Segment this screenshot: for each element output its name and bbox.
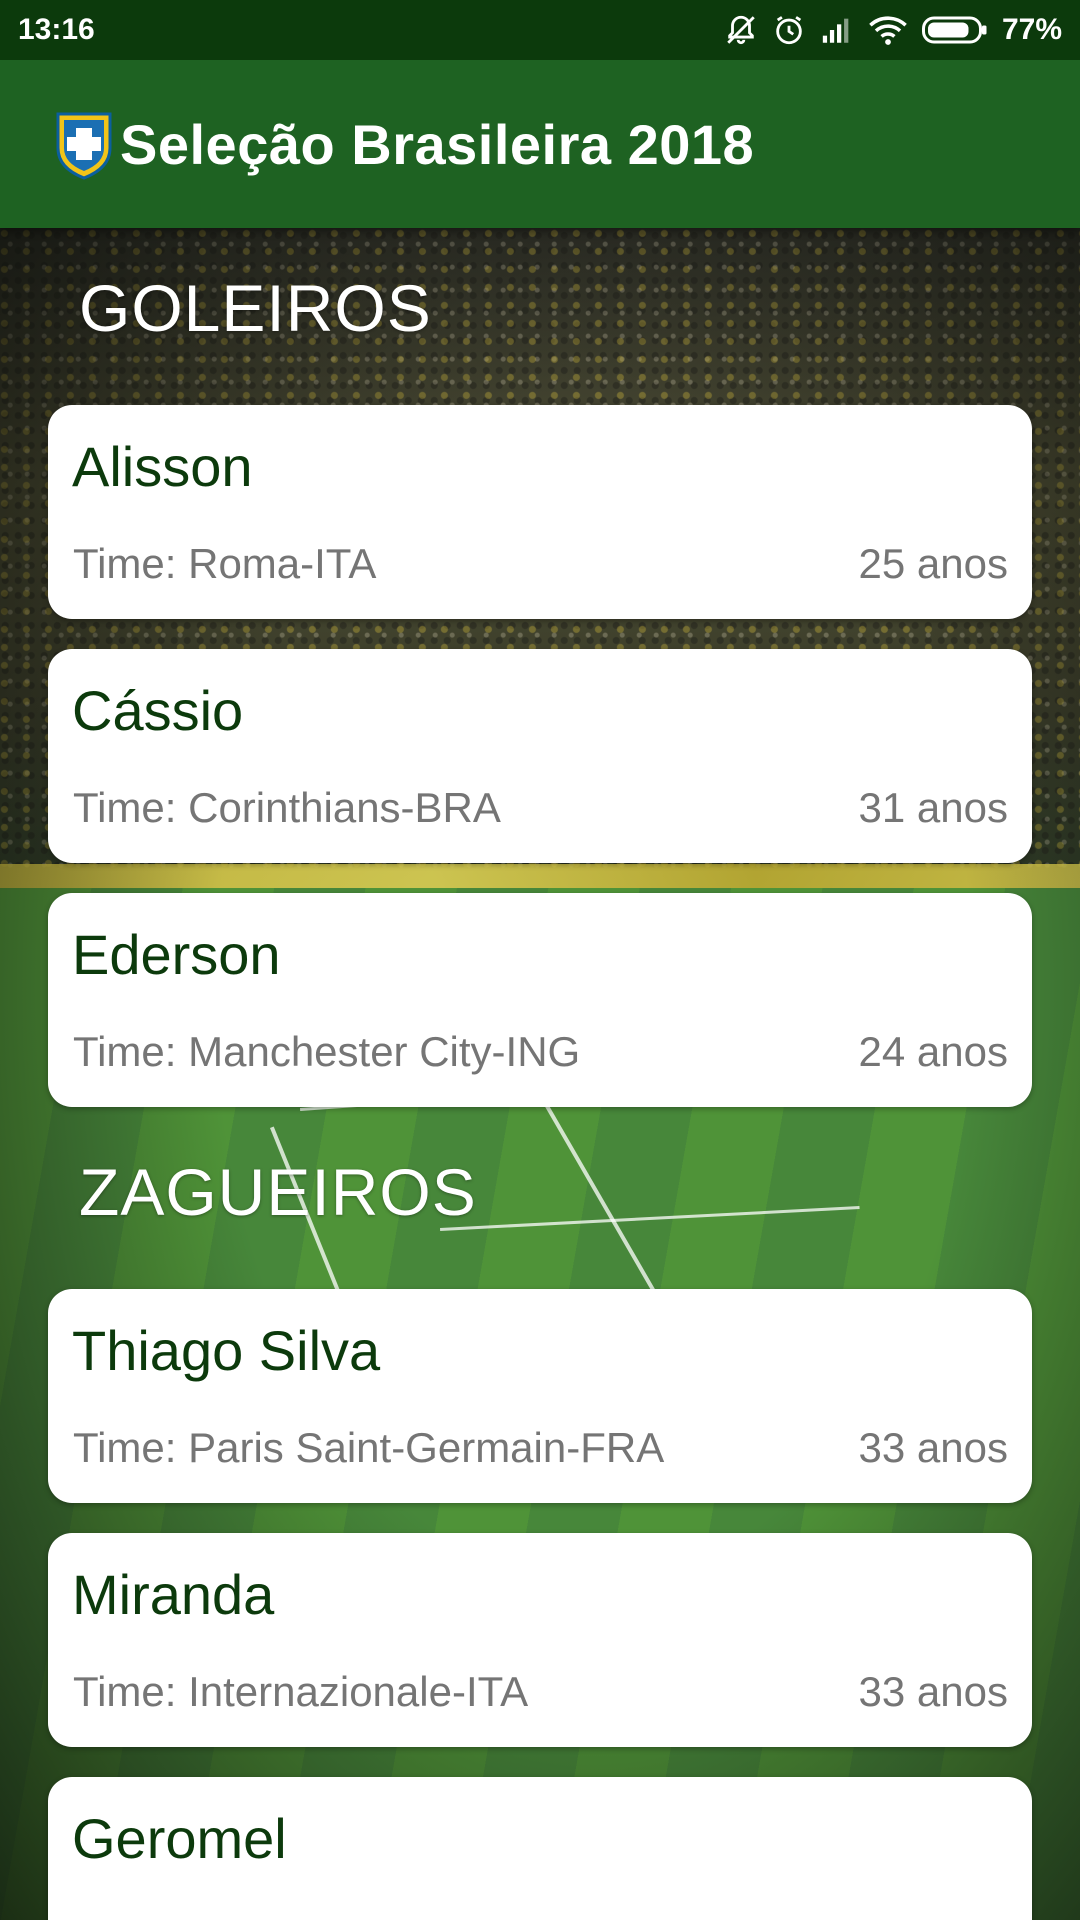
player-list[interactable]: GOLEIROS Alisson Time: Roma-ITA 25 anos … xyxy=(0,228,1080,1920)
wifi-icon xyxy=(868,14,908,46)
alarm-icon xyxy=(772,13,806,47)
player-team: Time: Paris Saint-Germain-FRA xyxy=(73,1424,665,1471)
app-bar: Seleção Brasileira 2018 xyxy=(0,60,1080,228)
player-team: Time: Manchester City-ING xyxy=(73,1028,581,1075)
app-title: Seleção Brasileira 2018 xyxy=(120,112,755,176)
player-card[interactable]: Alisson Time: Roma-ITA 25 anos xyxy=(48,405,1032,619)
player-card[interactable]: Miranda Time: Internazionale-ITA 33 anos xyxy=(48,1533,1032,1747)
player-card[interactable]: Cássio Time: Corinthians-BRA 31 anos xyxy=(48,649,1032,863)
player-name: Miranda xyxy=(72,1563,275,1626)
cbf-crest-icon xyxy=(52,108,116,180)
status-icons: 77% xyxy=(724,13,1062,47)
player-team: Time: Roma-ITA xyxy=(73,540,377,587)
player-name: Geromel xyxy=(72,1807,287,1870)
player-team: Time: Corinthians-BRA xyxy=(73,784,501,831)
battery-percent: 77% xyxy=(1001,13,1062,46)
notifications-off-icon xyxy=(724,13,758,47)
player-age: 25 anos xyxy=(858,540,1008,587)
player-name: Ederson xyxy=(72,923,281,986)
section-title-goleiros: GOLEIROS xyxy=(79,271,432,345)
player-card[interactable]: Geromel xyxy=(48,1777,1032,1920)
status-bar: 13:16 77% xyxy=(0,0,1080,60)
player-card[interactable]: Thiago Silva Time: Paris Saint-Germain-F… xyxy=(48,1289,1032,1503)
player-age: 33 anos xyxy=(858,1424,1008,1471)
signal-icon xyxy=(820,15,854,45)
player-age: 24 anos xyxy=(858,1028,1008,1075)
status-time: 13:16 xyxy=(18,13,95,46)
player-age: 31 anos xyxy=(858,784,1008,831)
player-age: 33 anos xyxy=(858,1668,1008,1715)
section-title-zagueiros: ZAGUEIROS xyxy=(79,1155,477,1229)
player-name: Cássio xyxy=(72,679,244,742)
player-name: Alisson xyxy=(72,435,253,498)
player-name: Thiago Silva xyxy=(72,1319,381,1382)
battery-icon xyxy=(921,15,988,45)
player-card[interactable]: Ederson Time: Manchester City-ING 24 ano… xyxy=(48,893,1032,1107)
player-team: Time: Internazionale-ITA xyxy=(73,1668,529,1715)
